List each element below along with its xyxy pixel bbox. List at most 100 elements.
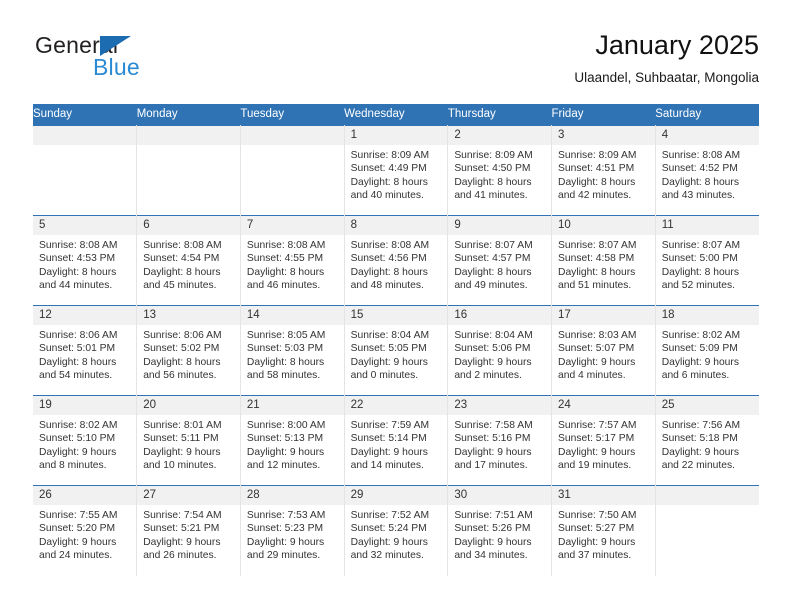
daylight-text-line2: and 46 minutes. — [246, 280, 321, 292]
calendar-day-cell[interactable]: 7 Sunrise: 8:08 AM Sunset: 4:55 PM Daylight… — [240, 215, 345, 306]
day-number: 20 — [137, 396, 240, 415]
daylight-text-line2: and 37 minutes. — [558, 550, 632, 562]
day-details: Sunrise: 8:09 AM Sunset: 4:51 PM Daylight:… — [552, 145, 655, 203]
sunrise-text: Sunrise: 8:02 AM — [661, 330, 741, 341]
daylight-text-line2: and 51 minutes. — [558, 280, 632, 292]
daylight-text-line1: Daylight: 9 hours — [143, 446, 221, 458]
calendar-day-cell[interactable]: 3 Sunrise: 8:09 AM Sunset: 4:51 PM Daylight… — [551, 125, 656, 216]
daylight-text-line2: and 58 minutes. — [246, 370, 321, 382]
sunset-text: Sunset: 5:13 PM — [246, 433, 324, 445]
daylight-text-line2: and 0 minutes. — [350, 370, 419, 382]
daylight-text-line1: Daylight: 9 hours — [39, 536, 117, 548]
daylight-text-line2: and 17 minutes. — [454, 460, 528, 472]
calendar-header-row: Sunday Monday Tuesday Wednesday Thursday Frid… — [33, 104, 759, 126]
day-number: 30 — [448, 486, 552, 505]
calendar-day-cell[interactable]: 29 Sunrise: 7:52 AM Sunset: 5:24 PM Dayligh… — [344, 485, 449, 576]
daylight-text-line1: Daylight: 9 hours — [558, 356, 636, 368]
calendar-day-cell[interactable]: 18 Sunrise: 8:02 AM Sunset: 5:09 PM Dayligh… — [655, 305, 759, 396]
calendar-day-cell[interactable]: 28 Sunrise: 7:53 AM Sunset: 5:23 PM Dayligh… — [240, 485, 345, 576]
day-number: 13 — [137, 306, 240, 325]
calendar-day-cell[interactable]: 17 Sunrise: 8:03 AM Sunset: 5:07 PM Dayligh… — [551, 305, 656, 396]
calendar-day-cell[interactable]: 27 Sunrise: 7:54 AM Sunset: 5:21 PM Dayligh… — [136, 485, 241, 576]
calendar-week-row: 1 Sunrise: 8:09 AM Sunset: 4:49 PM Daylight… — [33, 125, 759, 216]
day-details: Sunrise: 8:05 AM Sunset: 5:03 PM Daylight:… — [241, 325, 344, 383]
sunrise-text: Sunrise: 8:09 AM — [350, 150, 430, 161]
day-details: Sunrise: 8:08 AM Sunset: 4:55 PM Daylight:… — [241, 235, 344, 293]
calendar-day-cell[interactable]: 30 Sunrise: 7:51 AM Sunset: 5:26 PM Dayligh… — [447, 485, 553, 576]
day-number: 8 — [344, 216, 448, 235]
calendar-day-cell[interactable]: 8 Sunrise: 8:08 AM Sunset: 4:56 PM Daylight… — [344, 215, 449, 306]
sunrise-text: Sunrise: 7:55 AM — [39, 510, 118, 521]
daylight-text-line2: and 48 minutes. — [350, 280, 424, 292]
sunset-text: Sunset: 4:56 PM — [350, 253, 427, 265]
day-details: Sunrise: 8:00 AM Sunset: 5:13 PM Daylight:… — [241, 415, 344, 473]
calendar-day-cell[interactable]: 14 Sunrise: 8:05 AM Sunset: 5:03 PM Dayligh… — [240, 305, 345, 396]
calendar-day-cell[interactable]: 1 Sunrise: 8:09 AM Sunset: 4:49 PM Daylight… — [344, 125, 449, 216]
brand-logo[interactable]: General Blue — [33, 32, 263, 94]
day-number: 1 — [344, 126, 448, 145]
day-number: 9 — [448, 216, 552, 235]
calendar-day-cell[interactable]: 6 Sunrise: 8:08 AM Sunset: 4:54 PM Daylight… — [136, 215, 241, 306]
sunset-text: Sunset: 5:07 PM — [558, 343, 635, 355]
daylight-text-line2: and 6 minutes. — [661, 370, 730, 382]
daylight-text-line2: and 4 minutes. — [558, 370, 626, 382]
calendar-week-row: 5 Sunrise: 8:08 AM Sunset: 4:53 PM Daylight… — [33, 215, 759, 306]
calendar-day-cell[interactable]: 24 Sunrise: 7:57 AM Sunset: 5:17 PM Dayligh… — [551, 395, 656, 486]
sunrise-text: Sunrise: 8:06 AM — [143, 330, 222, 341]
calendar-day-cell[interactable]: 4 Sunrise: 8:08 AM Sunset: 4:52 PM Daylight… — [655, 125, 759, 216]
calendar-day-cell[interactable]: 22 Sunrise: 7:59 AM Sunset: 5:14 PM Dayligh… — [344, 395, 449, 486]
day-details: Sunrise: 7:51 AM Sunset: 5:26 PM Daylight:… — [448, 505, 551, 563]
daylight-text-line1: Daylight: 8 hours — [39, 356, 117, 368]
calendar-day-cell[interactable]: 19 Sunrise: 8:02 AM Sunset: 5:10 PM Dayligh… — [33, 395, 138, 486]
calendar-day-cell[interactable]: 21 Sunrise: 8:00 AM Sunset: 5:13 PM Dayligh… — [240, 395, 345, 486]
calendar-day-cell[interactable]: 23 Sunrise: 7:58 AM Sunset: 5:16 PM Dayligh… — [447, 395, 553, 486]
calendar-table: Sunday Monday Tuesday Wednesday Thursday Frid… — [33, 104, 759, 576]
calendar-day-cell[interactable]: 15 Sunrise: 8:04 AM Sunset: 5:05 PM Dayligh… — [344, 305, 449, 396]
daylight-text-line1: Daylight: 8 hours — [558, 176, 636, 188]
sunrise-text: Sunrise: 7:51 AM — [454, 510, 533, 521]
title-block: January 2025 Ulaandel, Suhbaatar, Mongol… — [574, 28, 759, 88]
calendar-day-cell[interactable]: 25 Sunrise: 7:56 AM Sunset: 5:18 PM Dayligh… — [655, 395, 759, 486]
daylight-text-line1: Daylight: 8 hours — [246, 266, 325, 278]
calendar-day-cell[interactable]: 9 Sunrise: 8:07 AM Sunset: 4:57 PM Daylight… — [447, 215, 553, 306]
calendar-day-cell[interactable]: 16 Sunrise: 8:04 AM Sunset: 5:06 PM Dayligh… — [447, 305, 553, 396]
daylight-text-line1: Daylight: 8 hours — [350, 266, 428, 278]
weekday-header-tuesday: Tuesday — [240, 104, 345, 126]
day-number: 15 — [344, 306, 448, 325]
calendar-day-cell[interactable]: 10 Sunrise: 8:07 AM Sunset: 4:58 PM Dayligh… — [551, 215, 656, 306]
calendar-day-cell[interactable]: 2 Sunrise: 8:09 AM Sunset: 4:50 PM Daylight… — [447, 125, 553, 216]
daylight-text-line1: Daylight: 9 hours — [661, 446, 739, 458]
sunset-text: Sunset: 4:51 PM — [558, 163, 635, 175]
calendar-day-cell[interactable]: 5 Sunrise: 8:08 AM Sunset: 4:53 PM Daylight… — [33, 215, 138, 306]
page-title: January 2025 — [595, 30, 759, 60]
calendar-day-cell[interactable]: 20 Sunrise: 8:01 AM Sunset: 5:11 PM Dayligh… — [136, 395, 241, 486]
day-number — [240, 126, 344, 145]
sunrise-text: Sunrise: 7:57 AM — [558, 420, 637, 431]
day-details: Sunrise: 8:06 AM Sunset: 5:01 PM Daylight:… — [33, 325, 136, 383]
daylight-text-line1: Daylight: 9 hours — [661, 356, 739, 368]
sunrise-text: Sunrise: 8:03 AM — [558, 330, 637, 341]
sunset-text: Sunset: 5:11 PM — [143, 433, 219, 445]
sunrise-text: Sunrise: 8:07 AM — [661, 240, 741, 251]
calendar-day-cell[interactable]: 13 Sunrise: 8:06 AM Sunset: 5:02 PM Dayligh… — [136, 305, 241, 396]
day-number: 25 — [655, 396, 759, 415]
sunset-text: Sunset: 5:17 PM — [558, 433, 635, 445]
calendar-day-cell[interactable]: 12 Sunrise: 8:06 AM Sunset: 5:01 PM Dayligh… — [33, 305, 138, 396]
sunset-text: Sunset: 5:06 PM — [454, 343, 531, 355]
calendar-day-cell[interactable]: 11 Sunrise: 8:07 AM Sunset: 5:00 PM Dayligh… — [655, 215, 759, 306]
daylight-text-line2: and 34 minutes. — [454, 550, 528, 562]
day-details: Sunrise: 8:03 AM Sunset: 5:07 PM Daylight:… — [552, 325, 655, 383]
weekday-header-saturday: Saturday — [655, 104, 759, 126]
daylight-text-line1: Daylight: 8 hours — [39, 266, 117, 278]
sunrise-text: Sunrise: 8:04 AM — [454, 330, 533, 341]
day-details: Sunrise: 8:08 AM Sunset: 4:53 PM Daylight:… — [33, 235, 136, 293]
calendar-day-cell[interactable]: 26 Sunrise: 7:55 AM Sunset: 5:20 PM Dayligh… — [33, 485, 138, 576]
day-details: Sunrise: 8:08 AM Sunset: 4:52 PM Daylight:… — [656, 145, 759, 203]
day-number: 24 — [552, 396, 655, 415]
day-number: 16 — [448, 306, 552, 325]
calendar-day-cell[interactable]: 31 Sunrise: 7:50 AM Sunset: 5:27 PM Dayligh… — [551, 485, 656, 576]
daylight-text-line2: and 52 minutes. — [661, 280, 735, 292]
day-number: 3 — [552, 126, 655, 145]
sunrise-text: Sunrise: 8:00 AM — [246, 420, 326, 431]
daylight-text-line1: Daylight: 9 hours — [350, 536, 428, 548]
